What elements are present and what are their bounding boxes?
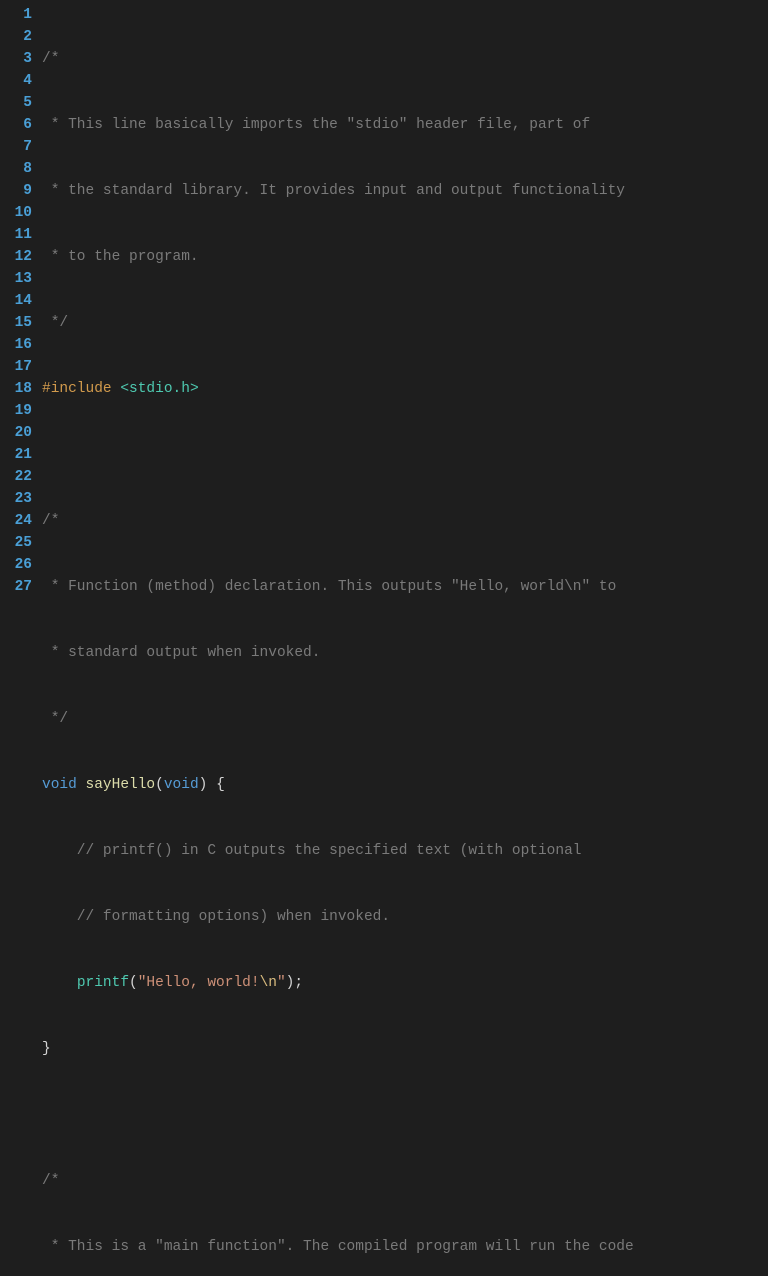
line-number: 17 [0, 356, 32, 378]
code-content[interactable]: /* * This line basically imports the "st… [42, 4, 768, 1276]
return-type: void [42, 777, 77, 793]
line-number: 4 [0, 70, 32, 92]
indent [42, 975, 77, 991]
block-comment: * This is a "main function". The compile… [42, 1239, 634, 1255]
code-line[interactable]: * This line basically imports the "stdio… [42, 114, 768, 136]
paren-close: ) [199, 777, 208, 793]
code-line[interactable]: #include <stdio.h> [42, 378, 768, 400]
code-editor[interactable]: 1 2 3 4 5 6 7 8 9 10 11 12 13 14 15 16 1… [0, 0, 768, 1276]
block-comment: * Function (method) declaration. This ou… [42, 579, 616, 595]
line-comment: // printf() in C outputs the specified t… [42, 843, 582, 859]
include-path: <stdio.h> [120, 381, 198, 397]
code-line[interactable]: * standard output when invoked. [42, 642, 768, 664]
function-name: sayHello [86, 777, 156, 793]
code-line[interactable] [42, 444, 768, 466]
line-number: 2 [0, 26, 32, 48]
string-literal: "Hello, world! [138, 975, 260, 991]
block-comment: * the standard library. It provides inpu… [42, 183, 625, 199]
block-comment: /* [42, 1173, 59, 1189]
block-comment: /* [42, 513, 59, 529]
line-number: 26 [0, 554, 32, 576]
block-comment: /* [42, 51, 59, 67]
line-number: 8 [0, 158, 32, 180]
escape-sequence: \n [260, 975, 277, 991]
code-line[interactable]: */ [42, 708, 768, 730]
code-line[interactable] [42, 1104, 768, 1126]
line-number: 20 [0, 422, 32, 444]
preprocessor-include: #include [42, 381, 120, 397]
line-number: 21 [0, 444, 32, 466]
printf-call: printf [77, 975, 129, 991]
line-number: 18 [0, 378, 32, 400]
line-number: 14 [0, 290, 32, 312]
line-number: 24 [0, 510, 32, 532]
brace-open: { [216, 777, 225, 793]
paren-open: ( [155, 777, 164, 793]
code-line[interactable]: printf("Hello, world!\n"); [42, 972, 768, 994]
line-number: 5 [0, 92, 32, 114]
code-line[interactable]: /* [42, 48, 768, 70]
line-number: 13 [0, 268, 32, 290]
code-line[interactable]: * Function (method) declaration. This ou… [42, 576, 768, 598]
line-number: 16 [0, 334, 32, 356]
block-comment: * standard output when invoked. [42, 645, 320, 661]
code-line[interactable]: // formatting options) when invoked. [42, 906, 768, 928]
line-number: 19 [0, 400, 32, 422]
line-number: 27 [0, 576, 32, 598]
brace-close: } [42, 1041, 51, 1057]
line-number: 10 [0, 202, 32, 224]
code-line[interactable]: * to the program. [42, 246, 768, 268]
line-number: 11 [0, 224, 32, 246]
line-comment: // formatting options) when invoked. [42, 909, 390, 925]
code-line[interactable]: /* [42, 1170, 768, 1192]
code-line[interactable]: // printf() in C outputs the specified t… [42, 840, 768, 862]
code-line[interactable]: } [42, 1038, 768, 1060]
string-literal: " [277, 975, 286, 991]
line-number: 6 [0, 114, 32, 136]
code-line[interactable]: * This is a "main function". The compile… [42, 1236, 768, 1258]
paren-open: ( [129, 975, 138, 991]
block-comment: * This line basically imports the "stdio… [42, 117, 590, 133]
line-number: 7 [0, 136, 32, 158]
line-number: 1 [0, 4, 32, 26]
semicolon: ; [294, 975, 303, 991]
block-comment: */ [42, 711, 68, 727]
line-number-gutter: 1 2 3 4 5 6 7 8 9 10 11 12 13 14 15 16 1… [0, 4, 42, 1276]
code-line[interactable]: * the standard library. It provides inpu… [42, 180, 768, 202]
space [207, 777, 216, 793]
line-number: 12 [0, 246, 32, 268]
code-line[interactable]: void sayHello(void) { [42, 774, 768, 796]
void-param: void [164, 777, 199, 793]
code-line[interactable]: /* [42, 510, 768, 532]
line-number: 3 [0, 48, 32, 70]
paren-close: ) [286, 975, 295, 991]
line-number: 22 [0, 466, 32, 488]
line-number: 9 [0, 180, 32, 202]
block-comment: * to the program. [42, 249, 199, 265]
line-number: 25 [0, 532, 32, 554]
block-comment: */ [42, 315, 68, 331]
code-line[interactable]: */ [42, 312, 768, 334]
line-number: 23 [0, 488, 32, 510]
line-number: 15 [0, 312, 32, 334]
